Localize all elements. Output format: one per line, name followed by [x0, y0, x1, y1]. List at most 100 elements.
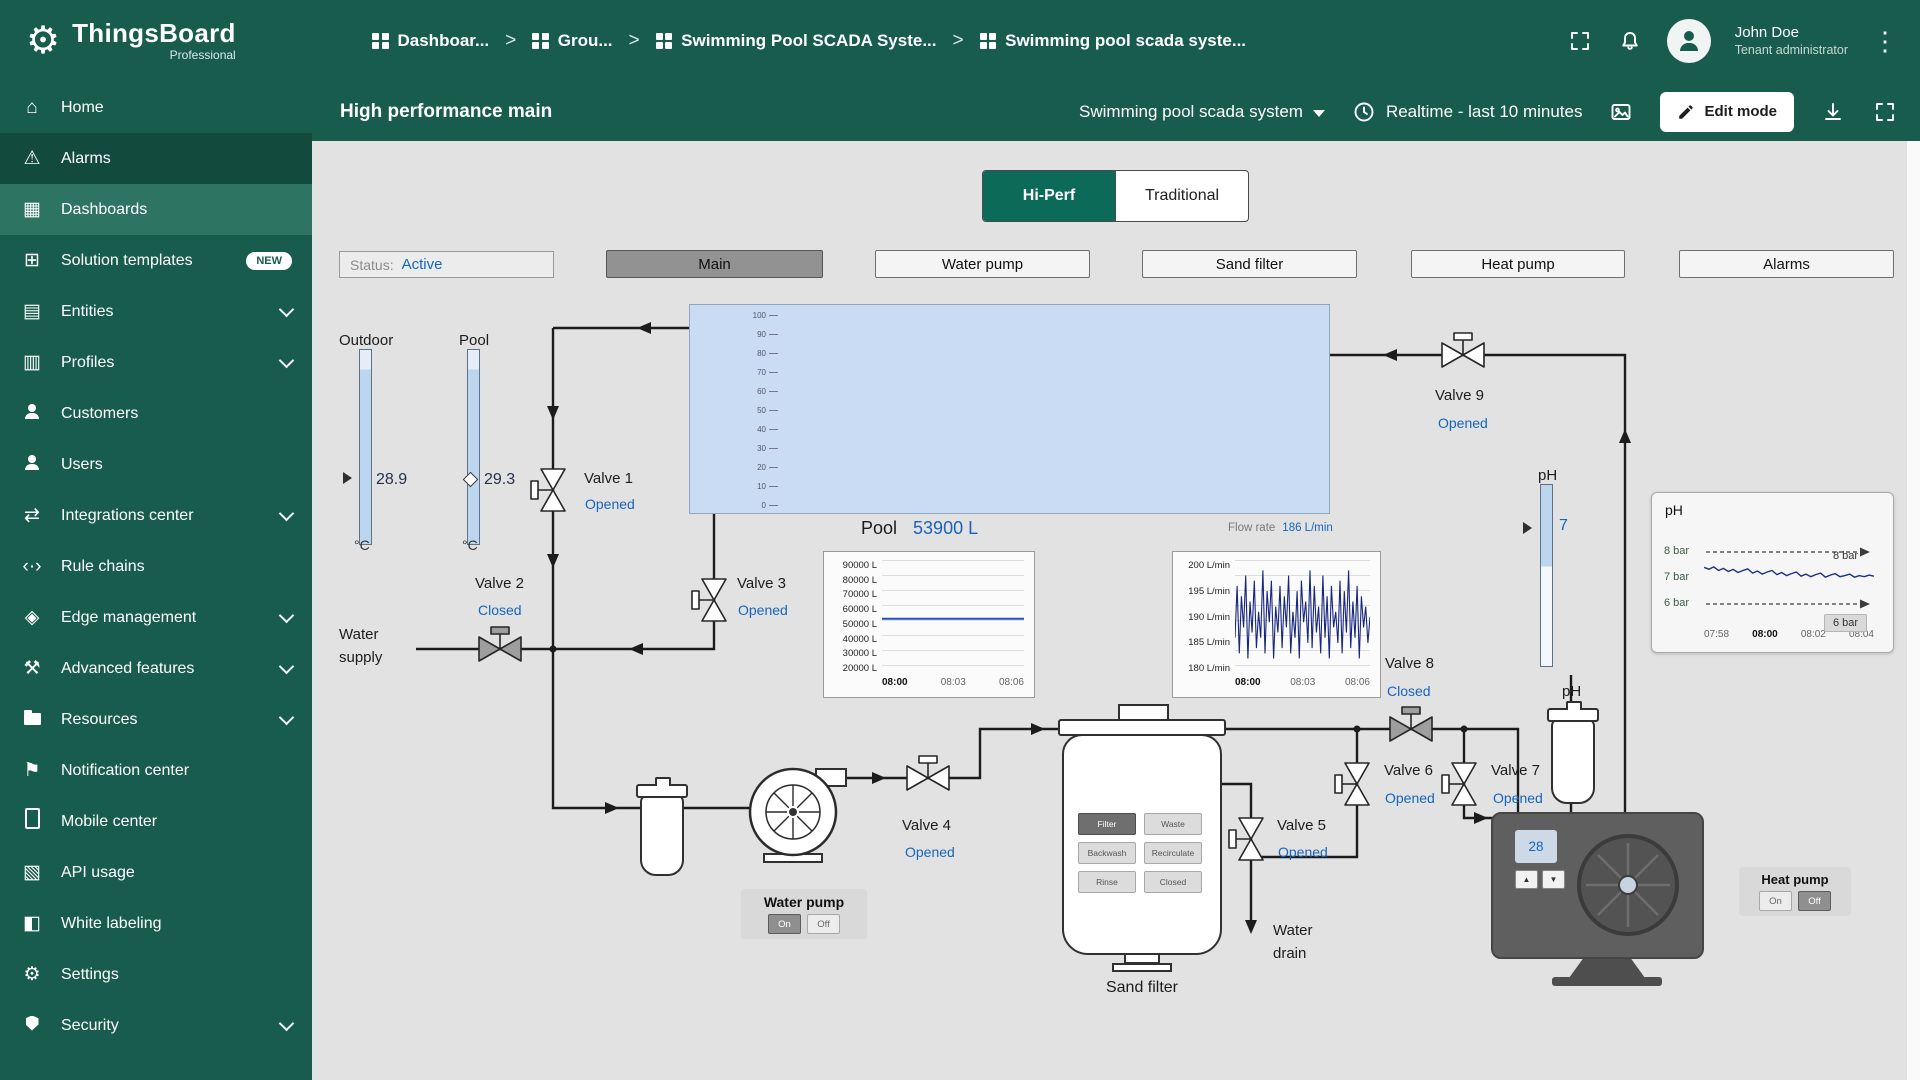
user-avatar[interactable] — [1667, 19, 1711, 63]
outdoor-temp-value: 28.9 — [376, 471, 407, 489]
sidebar-item-solution-templates[interactable]: ⊞Solution templatesNEW — [0, 235, 312, 286]
mode-filter-button[interactable]: Filter — [1078, 813, 1136, 835]
nav-button-heat-pump[interactable]: Heat pump — [1411, 250, 1625, 278]
dashboard-select[interactable]: Swimming pool scada system — [1079, 102, 1325, 122]
chevron-down-icon — [279, 710, 295, 726]
ph-filter-label: pH — [1562, 683, 1581, 700]
setpoint-up-button[interactable]: ▲ — [1515, 870, 1538, 889]
mode-backwash-button[interactable]: Backwash — [1078, 842, 1136, 864]
mode-waste-button[interactable]: Waste — [1144, 813, 1202, 835]
breadcrumb-dashboards[interactable]: Dashboar... — [372, 31, 489, 51]
sidebar-item-resources[interactable]: Resources — [0, 694, 312, 745]
valve-9[interactable] — [1439, 331, 1487, 379]
heat-pump-fan — [1574, 831, 1682, 939]
breadcrumb-current-dashboard[interactable]: Swimming pool scada syste... — [980, 31, 1246, 51]
valve-6[interactable] — [1333, 760, 1381, 808]
sidebar-item-white-labeling[interactable]: ◧White labeling — [0, 898, 312, 949]
chevron-down-icon — [279, 506, 295, 522]
fullscreen-icon[interactable] — [1567, 28, 1593, 54]
user-info[interactable]: John Doe Tenant administrator — [1735, 24, 1848, 58]
templates-icon: ⊞ — [20, 249, 44, 272]
user-name: John Doe — [1735, 24, 1848, 43]
mode-rinse-button[interactable]: Rinse — [1078, 871, 1136, 893]
heat-pump-off-button[interactable]: Off — [1798, 891, 1831, 911]
valve-1[interactable] — [529, 466, 577, 514]
sidebar-item-integrations-center[interactable]: ⇄Integrations center — [0, 490, 312, 541]
valve-7-state: Opened — [1493, 790, 1543, 806]
sidebar-item-mobile-center[interactable]: Mobile center — [0, 796, 312, 847]
download-icon[interactable] — [1820, 99, 1846, 125]
level-pointer-icon — [1523, 522, 1538, 534]
app-name: ThingsBoard — [72, 20, 236, 46]
sidebar-item-entities[interactable]: ▤Entities — [0, 286, 312, 337]
sidebar-item-home[interactable]: ⌂Home — [0, 82, 312, 133]
valve-1-label: Valve 1 — [584, 470, 633, 487]
mode-recirculate-button[interactable]: Recirculate — [1144, 842, 1202, 864]
nav-button-sand-filter[interactable]: Sand filter — [1142, 250, 1357, 278]
app-header: ⚙ ThingsBoard Professional Dashboar... >… — [0, 0, 1920, 82]
valve-8[interactable] — [1387, 705, 1435, 753]
nav-button-main[interactable]: Main — [606, 250, 823, 278]
nav-button-water-pump[interactable]: Water pump — [875, 250, 1090, 278]
sidebar-item-customers[interactable]: Customers — [0, 388, 312, 439]
sidebar-item-security[interactable]: Security — [0, 1000, 312, 1051]
water-pump-on-button[interactable]: On — [768, 914, 801, 934]
kebab-menu-icon[interactable]: ⋮ — [1872, 26, 1898, 57]
sidebar-item-notification-center[interactable]: ⚑Notification center — [0, 745, 312, 796]
sidebar-item-advanced-features[interactable]: ⚒Advanced features — [0, 643, 312, 694]
edit-mode-button[interactable]: Edit mode — [1660, 92, 1794, 132]
nav-button-alarms[interactable]: Alarms — [1679, 250, 1894, 278]
status-field[interactable]: Status: Active — [339, 251, 554, 278]
valve-5[interactable] — [1227, 815, 1275, 863]
thingsboard-logo[interactable]: ⚙ ThingsBoard Professional — [0, 20, 338, 62]
timewindow-button[interactable]: Realtime - last 10 minutes — [1351, 99, 1583, 125]
scada-canvas: Hi-Perf Traditional Status: Active Main … — [312, 141, 1920, 1080]
valve-2[interactable] — [476, 625, 524, 673]
heat-pump-on-button[interactable]: On — [1759, 891, 1792, 911]
valve-8-label: Valve 8 — [1385, 655, 1434, 672]
dashboard-state-title: High performance main — [340, 101, 552, 123]
setpoint-down-button[interactable]: ▼ — [1542, 870, 1565, 889]
valve-7[interactable] — [1440, 760, 1488, 808]
valve-3-state: Opened — [738, 602, 788, 618]
sidebar-item-profiles[interactable]: ▥Profiles — [0, 337, 312, 388]
valve-4[interactable] — [904, 754, 952, 802]
pool-temp-unit: °C — [462, 537, 478, 553]
dashboard-grid-icon — [656, 33, 673, 50]
fullscreen-icon[interactable] — [1872, 99, 1898, 125]
water-pump[interactable] — [747, 766, 839, 858]
valve-5-state: Opened — [1278, 844, 1328, 860]
entities-icon: ▤ — [20, 300, 44, 323]
outdoor-thermometer-label: Outdoor — [339, 332, 393, 349]
pool-level-series — [882, 560, 1024, 674]
heat-pump-display: 28 — [1515, 830, 1557, 863]
notifications-bell-icon[interactable] — [1617, 28, 1643, 54]
customers-icon — [20, 403, 44, 425]
sidebar-item-api-usage[interactable]: ▧API usage — [0, 847, 312, 898]
mode-closed-button[interactable]: Closed — [1144, 871, 1202, 893]
sidebar-item-alarms[interactable]: ⚠Alarms — [0, 133, 312, 184]
water-pump-off-button[interactable]: Off — [807, 914, 840, 934]
valve-6-state: Opened — [1385, 790, 1435, 806]
level-pointer-icon — [343, 472, 358, 484]
sidebar-item-dashboards[interactable]: ▦Dashboards — [0, 184, 312, 235]
view-toggle: Hi-Perf Traditional — [982, 170, 1249, 222]
sand-filter-foot — [1112, 963, 1172, 972]
toggle-traditional[interactable]: Traditional — [1115, 171, 1248, 221]
sidebar-item-settings[interactable]: ⚙Settings — [0, 949, 312, 1000]
breadcrumb-group[interactable]: Grou... — [532, 31, 612, 51]
outdoor-temp-unit: °C — [354, 537, 370, 553]
breadcrumb-scada-group[interactable]: Swimming Pool SCADA Syste... — [656, 31, 937, 51]
sidebar-item-rule-chains[interactable]: ‹·›Rule chains — [0, 541, 312, 592]
ph-chart-panel: pH 8 bar 7 bar 6 bar 8 bar 6 bar 07:58 0… — [1651, 492, 1894, 653]
integrations-icon: ⇄ — [20, 504, 44, 527]
image-export-icon[interactable] — [1608, 99, 1634, 125]
chevron-down-icon — [279, 608, 295, 624]
valve-3[interactable] — [690, 576, 738, 624]
sidebar-item-users[interactable]: Users — [0, 439, 312, 490]
valve-9-state: Opened — [1438, 415, 1488, 431]
sidebar-item-edge-management[interactable]: ◈Edge management — [0, 592, 312, 643]
toggle-hi-perf[interactable]: Hi-Perf — [983, 171, 1115, 221]
scrollbar-track[interactable] — [1907, 141, 1920, 1080]
chevron-down-icon — [279, 302, 295, 318]
